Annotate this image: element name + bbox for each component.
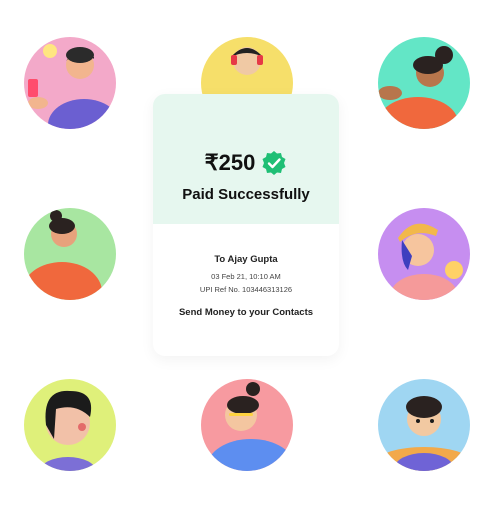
contact-avatar-7[interactable]: [201, 379, 293, 471]
avatar-illustration: [378, 208, 470, 300]
avatar-illustration: [378, 379, 470, 471]
amount-row: ₹250: [153, 150, 339, 176]
contact-avatar-5[interactable]: [378, 208, 470, 300]
upi-reference: UPI Ref No. 103446313126: [199, 285, 293, 294]
payment-success-card: ₹250 Paid Successfully To Ajay Gupta 03 …: [153, 94, 339, 356]
avatar-illustration: [24, 379, 116, 471]
contact-avatar-1[interactable]: [24, 37, 116, 129]
avatar-illustration: [24, 37, 116, 129]
recipient-name: To Ajay Gupta: [214, 254, 278, 265]
payment-amount: ₹250: [204, 150, 256, 175]
payment-date: 03 Feb 21, 10:10 AM: [211, 272, 281, 281]
contact-avatar-3[interactable]: [378, 37, 470, 129]
verified-check-badge-icon: [262, 151, 286, 175]
avatar-illustration: [378, 37, 470, 129]
contact-avatar-8[interactable]: [378, 379, 470, 471]
contact-avatar-6[interactable]: [24, 379, 116, 471]
send-money-cta[interactable]: Send Money to your Contacts: [153, 307, 339, 318]
contact-avatar-4[interactable]: [24, 208, 116, 300]
avatar-illustration: [201, 379, 293, 471]
payment-status: Paid Successfully: [182, 186, 310, 203]
avatar-illustration: [24, 208, 116, 300]
